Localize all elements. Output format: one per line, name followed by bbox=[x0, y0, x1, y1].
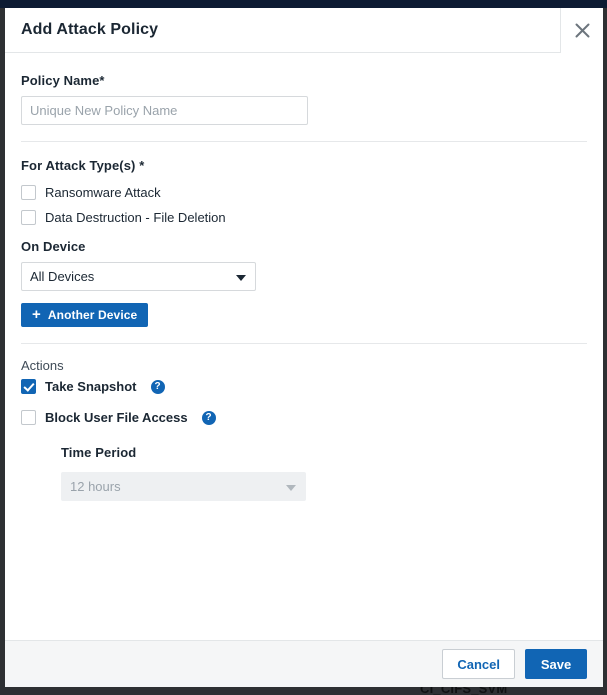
checkbox-label-ransomware-attack: Ransomware Attack bbox=[45, 185, 161, 200]
checkbox-row-block-user-file-access[interactable]: Block User File Access ? bbox=[21, 410, 587, 425]
section-divider-2 bbox=[21, 343, 587, 344]
checkbox-label-data-destruction: Data Destruction - File Deletion bbox=[45, 210, 226, 225]
add-attack-policy-dialog: Add Attack Policy Policy Name* Fo bbox=[5, 8, 603, 687]
dialog-body: Policy Name* For Attack Type(s) * Ransom… bbox=[5, 53, 603, 640]
add-another-device-button[interactable]: + Another Device bbox=[21, 303, 148, 327]
checkbox-row-take-snapshot[interactable]: Take Snapshot ? bbox=[21, 379, 587, 394]
section-divider-1 bbox=[21, 141, 587, 142]
policy-name-input[interactable] bbox=[21, 96, 308, 125]
on-device-select[interactable]: All Devices bbox=[21, 262, 256, 291]
cancel-button[interactable]: Cancel bbox=[442, 649, 515, 679]
checkbox-block-user-file-access[interactable] bbox=[21, 410, 36, 425]
time-period-selected-value: 12 hours bbox=[70, 479, 121, 494]
checkbox-data-destruction[interactable] bbox=[21, 210, 36, 225]
help-icon-block-user-file-access[interactable]: ? bbox=[202, 411, 216, 425]
attack-types-label: For Attack Type(s) * bbox=[21, 158, 587, 173]
dialog-title: Add Attack Policy bbox=[5, 21, 158, 39]
checkbox-label-take-snapshot: Take Snapshot bbox=[45, 379, 137, 394]
plus-icon: + bbox=[32, 307, 41, 322]
close-icon bbox=[574, 22, 591, 39]
checkbox-take-snapshot[interactable] bbox=[21, 379, 36, 394]
checkbox-row-data-destruction[interactable]: Data Destruction - File Deletion bbox=[21, 210, 587, 225]
policy-name-label: Policy Name* bbox=[21, 73, 587, 88]
checkbox-label-block-user-file-access: Block User File Access bbox=[45, 410, 188, 425]
chevron-down-icon-time-period bbox=[286, 485, 296, 491]
add-another-device-label: Another Device bbox=[48, 308, 137, 322]
save-button[interactable]: Save bbox=[525, 649, 587, 679]
actions-label: Actions bbox=[21, 358, 587, 373]
on-device-label: On Device bbox=[21, 239, 587, 254]
time-period-label: Time Period bbox=[61, 445, 587, 460]
checkbox-row-ransomware-attack[interactable]: Ransomware Attack bbox=[21, 185, 587, 200]
time-period-select[interactable]: 12 hours bbox=[61, 472, 306, 501]
dialog-header: Add Attack Policy bbox=[5, 8, 603, 53]
on-device-selected-value: All Devices bbox=[30, 269, 94, 284]
help-icon-take-snapshot[interactable]: ? bbox=[151, 380, 165, 394]
checkbox-ransomware-attack[interactable] bbox=[21, 185, 36, 200]
close-dialog-button[interactable] bbox=[560, 8, 603, 53]
app-top-navbar bbox=[0, 0, 607, 8]
page-background: CI_CIFS_SVM Add Attack Policy Policy Nam… bbox=[0, 0, 607, 695]
dialog-footer: Cancel Save bbox=[5, 640, 603, 687]
chevron-down-icon bbox=[236, 275, 246, 281]
